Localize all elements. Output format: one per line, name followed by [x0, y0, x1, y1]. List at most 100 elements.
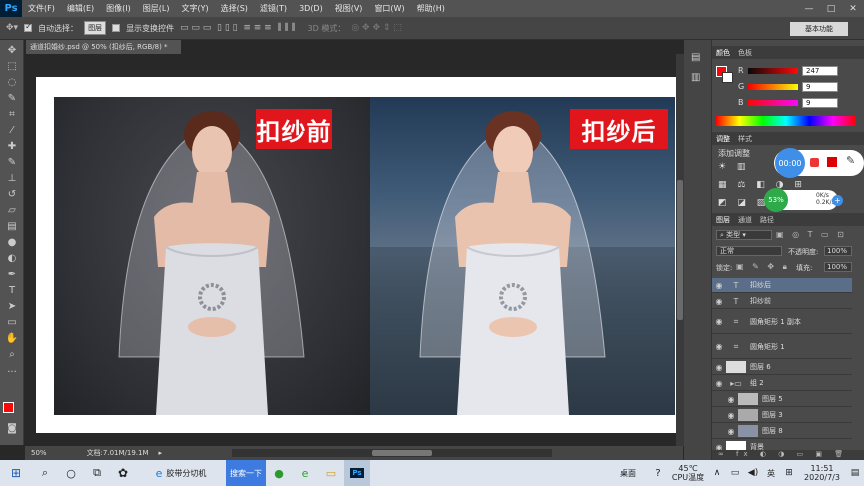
menu-window[interactable]: 窗口(W) [368, 3, 410, 14]
close-button[interactable]: ✕ [842, 4, 864, 14]
file-explorer-icon[interactable]: ▭ [318, 460, 344, 486]
menu-filter[interactable]: 滤镜(T) [254, 3, 293, 14]
taskbar-app-browser[interactable]: e 胶带分切机 [136, 460, 226, 486]
color-spectrum[interactable] [716, 116, 856, 126]
search-icon[interactable]: ⌕ [32, 460, 58, 486]
lock-icons[interactable]: ▣ ✎ ✥ 🔒︎ [736, 262, 790, 272]
eye-icon[interactable]: ◉ [712, 281, 726, 290]
channel-r-value[interactable]: 247 [802, 66, 838, 76]
add-icon[interactable]: + [832, 195, 843, 206]
input-language[interactable]: 英 [762, 460, 780, 486]
horizontal-scrollbar[interactable] [232, 449, 553, 457]
pen-icon[interactable]: ✎ [846, 154, 855, 167]
adjust-icons-row1[interactable]: ☀ ▥ [718, 162, 749, 172]
healing-tool-icon[interactable]: ✚ [4, 140, 20, 154]
menu-file[interactable]: 文件(F) [22, 3, 61, 14]
dodge-tool-icon[interactable]: ◐ [4, 252, 20, 266]
opacity-input[interactable]: 100% [824, 246, 852, 256]
search-button[interactable]: 搜索一下 [226, 460, 266, 486]
move-tool-icon[interactable]: ✥▾ [6, 23, 18, 33]
zoom-tool-icon[interactable]: ⌕ [4, 348, 20, 362]
layer-row[interactable]: ◉ T 扣纱前 [712, 294, 852, 309]
desktop-toolbar[interactable]: 桌面 [608, 460, 648, 486]
adjust-icons-row3[interactable]: ◩ ◪ ▨ [718, 198, 769, 208]
maximize-button[interactable]: □ [820, 4, 842, 14]
expand-arrow-icon[interactable]: ▸ [159, 449, 163, 457]
channel-b-slider[interactable] [748, 100, 798, 106]
browser-360-icon[interactable]: e [292, 460, 318, 486]
properties-panel-icon[interactable]: ▥ [691, 72, 700, 83]
task-view-icon[interactable]: ⧉ [84, 460, 110, 486]
memory-percent[interactable]: 53% [764, 188, 788, 212]
tab-channels[interactable]: 通道 [738, 215, 752, 225]
menu-layer[interactable]: 图层(L) [137, 3, 176, 14]
scrollbar-thumb[interactable] [677, 180, 683, 320]
eye-icon[interactable]: ◉ [724, 411, 738, 420]
layers-footer-icons[interactable]: ∞ fx ◐ ◑ ▭ ▣ 🗑︎ [712, 450, 864, 460]
layer-kind-filter[interactable]: ⌕ 类型 ▾ [716, 230, 772, 240]
tab-color[interactable]: 颜色 [716, 48, 730, 58]
history-panel-icon[interactable]: ▤ [691, 52, 700, 63]
menu-view[interactable]: 视图(V) [329, 3, 369, 14]
help-icon[interactable]: ? [648, 460, 668, 486]
layer-row[interactable]: ◉ 图层 5 [712, 392, 852, 407]
clock[interactable]: 11:51 2020/7/3 [798, 460, 846, 486]
eye-icon[interactable]: ◉ [712, 317, 726, 326]
eye-icon[interactable]: ◉ [712, 363, 726, 372]
tab-adjustments[interactable]: 调整 [716, 134, 730, 144]
quick-select-tool-icon[interactable]: ✎ [4, 92, 20, 106]
more-tools-icon[interactable]: ··· [4, 366, 20, 380]
photoshop-taskbar-icon[interactable]: Ps [344, 460, 370, 486]
channel-g-slider[interactable] [748, 84, 798, 90]
brush-tool-icon[interactable]: ✎ [4, 156, 20, 170]
channel-g-value[interactable]: 9 [802, 82, 838, 92]
tab-swatches[interactable]: 色板 [738, 48, 752, 58]
menu-select[interactable]: 选择(S) [215, 3, 254, 14]
channel-b-value[interactable]: 9 [802, 98, 838, 108]
record-stop-icon[interactable] [827, 157, 837, 167]
layer-row[interactable]: ◉ 图层 3 [712, 408, 852, 423]
ime-icon[interactable]: ⊞ [780, 460, 798, 486]
eraser-tool-icon[interactable]: ▱ [4, 204, 20, 218]
channel-r-slider[interactable] [748, 68, 798, 74]
minimize-button[interactable]: — [798, 4, 820, 14]
notifications-icon[interactable]: ▤ [846, 460, 864, 486]
path-select-tool-icon[interactable]: ➤ [4, 300, 20, 314]
layer-row[interactable]: ◉ ▸▭ 组 2 [712, 376, 852, 391]
layer-row[interactable]: ◉ T 扣纱后 [712, 278, 852, 293]
bg-color-chip[interactable] [722, 72, 733, 83]
layer-row[interactable]: ◉ 图层 8 [712, 424, 852, 439]
eye-icon[interactable]: ◉ [712, 297, 726, 306]
gradient-tool-icon[interactable]: ▤ [4, 220, 20, 234]
marquee-tool-icon[interactable]: ⬚ [4, 60, 20, 74]
eye-icon[interactable]: ◉ [724, 427, 738, 436]
eye-icon[interactable]: ◉ [712, 379, 726, 388]
show-transform-checkbox[interactable] [112, 24, 121, 32]
pen-tool-icon[interactable]: ✒ [4, 268, 20, 282]
auto-select-dropdown[interactable]: 图层 [84, 21, 107, 35]
shape-tool-icon[interactable]: ▭ [4, 316, 20, 330]
eyedropper-tool-icon[interactable]: ⁄ [4, 124, 20, 138]
tab-paths[interactable]: 路径 [760, 215, 774, 225]
menu-3d[interactable]: 3D(D) [293, 4, 329, 13]
tab-layers[interactable]: 图层 [716, 215, 730, 225]
layer-row[interactable]: ◉ 图层 6 [712, 360, 852, 375]
h-scrollbar-thumb[interactable] [372, 450, 433, 456]
menu-edit[interactable]: 编辑(E) [61, 3, 100, 14]
document-tab[interactable]: 通道扣婚纱.psd @ 50% (扣纱后, RGB/8) * [26, 40, 181, 54]
menu-type[interactable]: 文字(Y) [175, 3, 214, 14]
history-brush-icon[interactable]: ↺ [4, 188, 20, 202]
stamp-tool-icon[interactable]: ⊥ [4, 172, 20, 186]
cortana-icon[interactable]: ○ [58, 460, 84, 486]
auto-select-checkbox[interactable] [24, 22, 33, 32]
recorder-timer[interactable]: 00:00 [775, 148, 805, 178]
record-pause-icon[interactable] [810, 158, 819, 167]
fill-input[interactable]: 100% [824, 262, 852, 272]
layer-row[interactable]: ◉ ⌗ 圆角矩形 1 副本 [712, 310, 852, 334]
volume-icon[interactable]: ◀) [744, 460, 762, 486]
menu-help[interactable]: 帮助(H) [411, 3, 451, 14]
wechat-icon[interactable]: ● [266, 460, 292, 486]
foreground-color-swatch[interactable] [3, 402, 14, 413]
tab-styles[interactable]: 样式 [738, 134, 752, 144]
hand-tool-icon[interactable]: ✋ [4, 332, 20, 346]
